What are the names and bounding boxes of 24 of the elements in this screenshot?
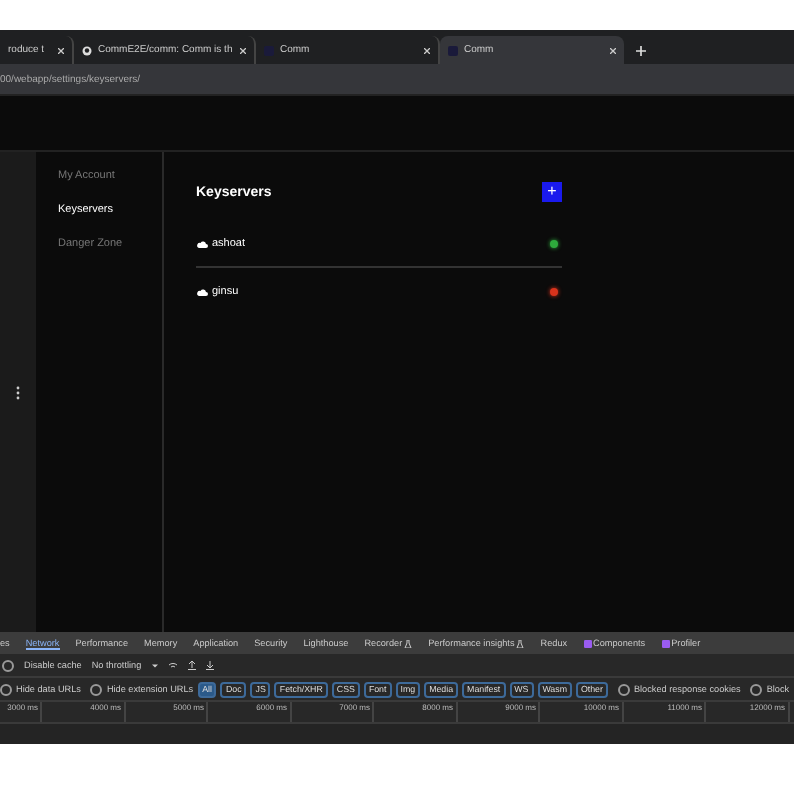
checkbox[interactable] <box>90 683 103 695</box>
new-tab-icon[interactable] <box>636 46 646 56</box>
app-icon <box>448 45 458 55</box>
download-icon[interactable] <box>205 660 214 670</box>
close-icon[interactable] <box>610 47 616 53</box>
caret-icon <box>151 663 158 667</box>
github-icon <box>82 45 92 55</box>
cloud-icon <box>196 239 208 247</box>
flask-icon <box>516 639 525 647</box>
extension-icon <box>583 639 592 647</box>
upload-icon[interactable] <box>187 660 196 670</box>
close-icon[interactable] <box>424 47 430 53</box>
wifi-icon[interactable] <box>167 661 178 669</box>
close-icon[interactable] <box>240 47 246 53</box>
extension-icon <box>661 639 670 647</box>
close-icon[interactable] <box>58 47 64 53</box>
checkbox[interactable] <box>0 683 12 695</box>
checkbox[interactable] <box>617 683 630 695</box>
add-button[interactable]: + <box>542 182 562 202</box>
flask-icon <box>404 639 413 647</box>
app-icon <box>264 45 274 55</box>
checkbox[interactable] <box>2 659 14 671</box>
cloud-icon <box>196 287 208 295</box>
checkbox[interactable] <box>750 683 763 695</box>
